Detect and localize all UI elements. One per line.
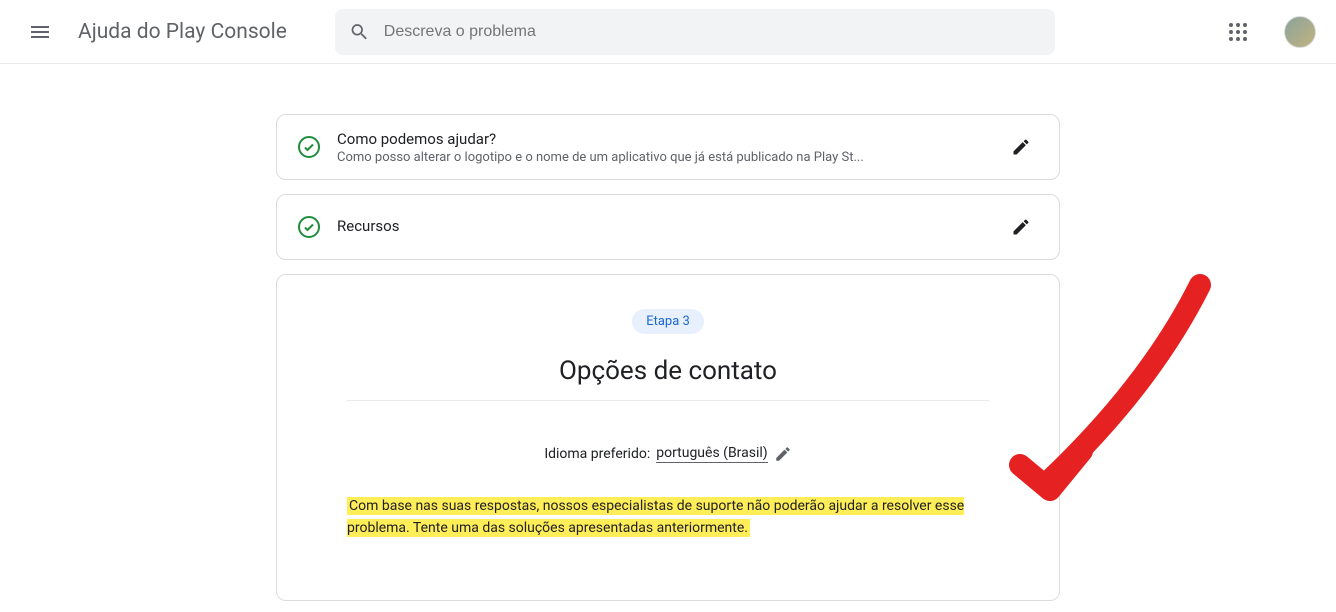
search-box[interactable] — [335, 9, 1055, 55]
step1-title: Como podemos ajudar? — [337, 130, 987, 148]
edit-step1-button[interactable] — [1003, 129, 1039, 165]
check-circle-icon — [297, 215, 321, 239]
pencil-icon — [1011, 217, 1031, 237]
step1-subtitle: Como posso alterar o logotipo e o nome d… — [337, 150, 987, 165]
content: Como podemos ajudar? Como posso alterar … — [276, 114, 1060, 601]
step3-pill: Etapa 3 — [632, 309, 704, 334]
step2-body: Recursos — [337, 217, 987, 237]
highlighted-text: Com base nas suas respostas, nossos espe… — [347, 497, 964, 537]
check-circle-icon — [297, 135, 321, 159]
apps-button[interactable] — [1218, 12, 1258, 52]
menu-button[interactable] — [20, 12, 60, 52]
edit-step2-button[interactable] — [1003, 209, 1039, 245]
search-container — [335, 9, 1055, 55]
apps-icon — [1229, 23, 1247, 41]
support-message: Com base nas suas respostas, nossos espe… — [347, 495, 989, 540]
language-link[interactable]: português (Brasil) — [656, 445, 767, 463]
step2-title: Recursos — [337, 217, 987, 235]
step1-card[interactable]: Como podemos ajudar? Como posso alterar … — [276, 114, 1060, 180]
language-row: Idioma preferido: português (Brasil) — [544, 445, 791, 463]
pencil-icon — [1011, 137, 1031, 157]
avatar[interactable] — [1284, 16, 1316, 48]
page-title: Ajuda do Play Console — [78, 20, 287, 44]
step1-body: Como podemos ajudar? Como posso alterar … — [337, 130, 987, 165]
app-header: Ajuda do Play Console — [0, 0, 1336, 64]
step3-card: Etapa 3 Opções de contato Idioma preferi… — [276, 274, 1060, 601]
search-icon — [349, 21, 370, 43]
step2-card[interactable]: Recursos — [276, 194, 1060, 260]
divider — [347, 400, 989, 401]
pencil-icon[interactable] — [774, 445, 792, 463]
search-input[interactable] — [384, 23, 1041, 41]
menu-icon — [28, 20, 52, 44]
language-label: Idioma preferido: — [544, 446, 650, 462]
step3-heading: Opções de contato — [347, 356, 989, 386]
